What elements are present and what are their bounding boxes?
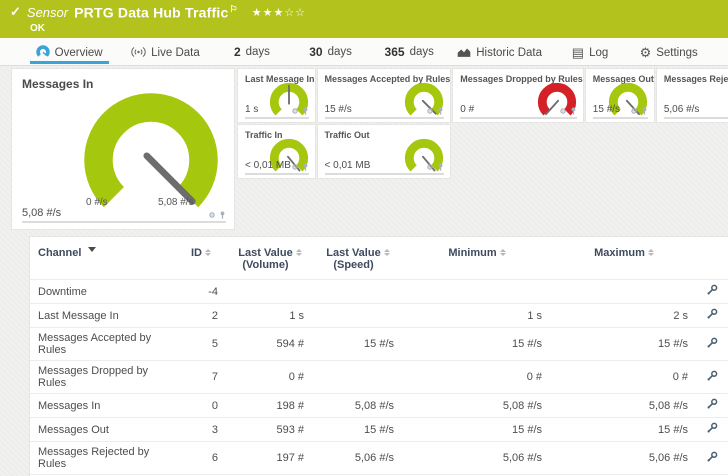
gauge-settings-gear-icon[interactable] bbox=[426, 163, 434, 171]
column-header-last-value-speed[interactable]: Last Value(Speed) bbox=[314, 237, 404, 280]
status-badge: OK bbox=[30, 23, 718, 34]
channel-settings-icon[interactable] bbox=[706, 451, 718, 463]
sort-desc-icon bbox=[88, 247, 96, 252]
channel-name: Messages Out bbox=[30, 418, 176, 442]
gauge-settings-gear-icon[interactable] bbox=[208, 211, 216, 219]
channel-name: Last Message In bbox=[30, 304, 176, 328]
live-data-icon bbox=[131, 46, 146, 58]
gauge-value: 15 #/s bbox=[325, 104, 352, 115]
overview-gauges: Messages In 0 #/s 5,08 #/s 5,08 #/s Last… bbox=[12, 69, 728, 229]
pin-icon[interactable] bbox=[219, 211, 226, 219]
sort-icon bbox=[296, 249, 302, 256]
gauge-value: < 0,01 MB bbox=[325, 160, 371, 171]
sensor-header: ✓ Sensor PRTG Data Hub Traffic⚐ ★★★☆☆ OK bbox=[0, 0, 728, 38]
channel-settings-icon[interactable] bbox=[706, 284, 718, 296]
gauge-settings-gear-icon[interactable] bbox=[291, 107, 299, 115]
pin-icon[interactable] bbox=[570, 107, 577, 115]
sort-icon bbox=[500, 249, 506, 256]
tab-label: Live Data bbox=[151, 47, 200, 59]
channel-name: Messages Accepted by Rules bbox=[30, 328, 176, 361]
gauge-card-messages-accepted: Messages Accepted by Rules 15 #/s bbox=[318, 69, 451, 122]
table-row[interactable]: Messages Dropped by Rules 7 0 # 0 # 0 # bbox=[30, 361, 728, 394]
channel-settings-icon[interactable] bbox=[706, 308, 718, 320]
gauge-value: < 0,01 MB bbox=[245, 160, 291, 171]
tab-2-days[interactable]: 2days bbox=[213, 38, 292, 65]
flag-icon: ⚐ bbox=[229, 4, 237, 14]
tab-historic-data[interactable]: Historic Data bbox=[449, 38, 551, 65]
pin-icon[interactable] bbox=[302, 163, 309, 171]
column-header-last-value-volume[interactable]: Last Value(Volume) bbox=[228, 237, 314, 280]
gear-icon: ⚙ bbox=[640, 46, 652, 59]
gauge-card-traffic-in: Traffic In < 0,01 MB bbox=[238, 125, 315, 178]
sort-icon bbox=[384, 249, 390, 256]
gauge-settings-gear-icon[interactable] bbox=[291, 163, 299, 171]
channel-name: Messages In bbox=[30, 394, 176, 418]
historic-chart-icon bbox=[457, 46, 471, 58]
sort-icon bbox=[205, 249, 211, 256]
gauge-title: Messages Rejected by Rules bbox=[657, 69, 728, 84]
tab-label: Log bbox=[589, 47, 608, 59]
channel-table-card: Channel ID Last Value(Volume) Last Value… bbox=[30, 237, 728, 476]
pin-icon[interactable] bbox=[641, 107, 648, 115]
table-row[interactable]: Messages Rejected by Rules 6 197 # 5,06 … bbox=[30, 442, 728, 475]
channel-name: Messages Rejected by Rules bbox=[30, 442, 176, 475]
gauge-card-traffic-out: Traffic Out < 0,01 MB bbox=[318, 125, 451, 178]
table-row[interactable]: Messages In 0 198 # 5,08 #/s 5,08 #/s 5,… bbox=[30, 394, 728, 418]
gauge-card-last-message-in: Last Message In 1 s bbox=[238, 69, 315, 122]
sort-icon bbox=[648, 249, 654, 256]
channel-name: Downtime bbox=[30, 280, 176, 304]
gauge-value: 1 s bbox=[245, 104, 258, 115]
gauge-card-messages-in: Messages In 0 #/s 5,08 #/s 5,08 #/s bbox=[12, 69, 234, 229]
table-row[interactable]: Downtime -4 bbox=[30, 280, 728, 304]
column-header-channel[interactable]: Channel bbox=[30, 237, 176, 280]
table-row[interactable]: Last Message In 2 1 s 1 s 2 s bbox=[30, 304, 728, 328]
tab-label: Historic Data bbox=[476, 47, 542, 59]
table-row[interactable]: Messages Accepted by Rules 5 594 # 15 #/… bbox=[30, 328, 728, 361]
gauge-icon bbox=[36, 45, 50, 59]
priority-stars[interactable]: ★★★☆☆ bbox=[252, 6, 306, 19]
tab-live-data[interactable]: Live Data bbox=[118, 38, 212, 65]
gauge-value: 5,08 #/s bbox=[22, 207, 61, 219]
tab-log[interactable]: ▤ Log bbox=[551, 38, 630, 65]
log-icon: ▤ bbox=[572, 46, 584, 59]
tab-bar: Overview Live Data 2days 30days 365days … bbox=[0, 38, 728, 66]
tab-365-days[interactable]: 365days bbox=[370, 38, 449, 65]
table-row[interactable]: Messages Out 3 593 # 15 #/s 15 #/s 15 #/… bbox=[30, 418, 728, 442]
gauge-value: 0 # bbox=[460, 104, 474, 115]
gauge-value: 5,06 #/s bbox=[664, 104, 700, 115]
tab-label: days bbox=[246, 46, 270, 58]
channel-table: Channel ID Last Value(Volume) Last Value… bbox=[30, 237, 728, 476]
gauge-settings-gear-icon[interactable] bbox=[630, 107, 638, 115]
pin-icon[interactable] bbox=[302, 107, 309, 115]
column-header-id[interactable]: ID bbox=[176, 237, 228, 280]
status-ok-icon: ✓ bbox=[10, 4, 21, 20]
gauge-settings-gear-icon[interactable] bbox=[559, 107, 567, 115]
tab-30-days[interactable]: 30days bbox=[291, 38, 370, 65]
tab-label: days bbox=[410, 46, 434, 58]
tab-label: days bbox=[328, 46, 352, 58]
channel-settings-icon[interactable] bbox=[706, 422, 718, 434]
tab-overview[interactable]: Overview bbox=[20, 38, 118, 65]
pin-icon[interactable] bbox=[437, 107, 444, 115]
channel-settings-icon[interactable] bbox=[706, 337, 718, 349]
tab-settings[interactable]: ⚙ Settings bbox=[629, 38, 708, 65]
channel-name: Messages Dropped by Rules bbox=[30, 361, 176, 394]
column-header-maximum[interactable]: Maximum bbox=[552, 237, 698, 280]
gauge-card-messages-dropped: Messages Dropped by Rules 0 # bbox=[453, 69, 583, 122]
channel-settings-icon[interactable] bbox=[706, 370, 718, 382]
gauge-settings-gear-icon[interactable] bbox=[426, 107, 434, 115]
object-kind-label: Sensor bbox=[27, 5, 68, 20]
channel-settings-icon[interactable] bbox=[706, 398, 718, 410]
gauge-value: 15 #/s bbox=[593, 104, 620, 115]
tab-label: Overview bbox=[55, 47, 103, 59]
pin-icon[interactable] bbox=[437, 163, 444, 171]
sensor-title: PRTG Data Hub Traffic⚐ bbox=[74, 4, 238, 21]
gauge-card-messages-out: Messages Out 15 #/s bbox=[586, 69, 654, 122]
small-gauges-grid: Last Message In 1 s Messages Accepted by… bbox=[238, 69, 728, 178]
tab-label: Settings bbox=[656, 47, 698, 59]
column-header-minimum[interactable]: Minimum bbox=[404, 237, 552, 280]
gauge-card-messages-rejected: Messages Rejected by Rules 5,06 #/s bbox=[657, 69, 728, 122]
